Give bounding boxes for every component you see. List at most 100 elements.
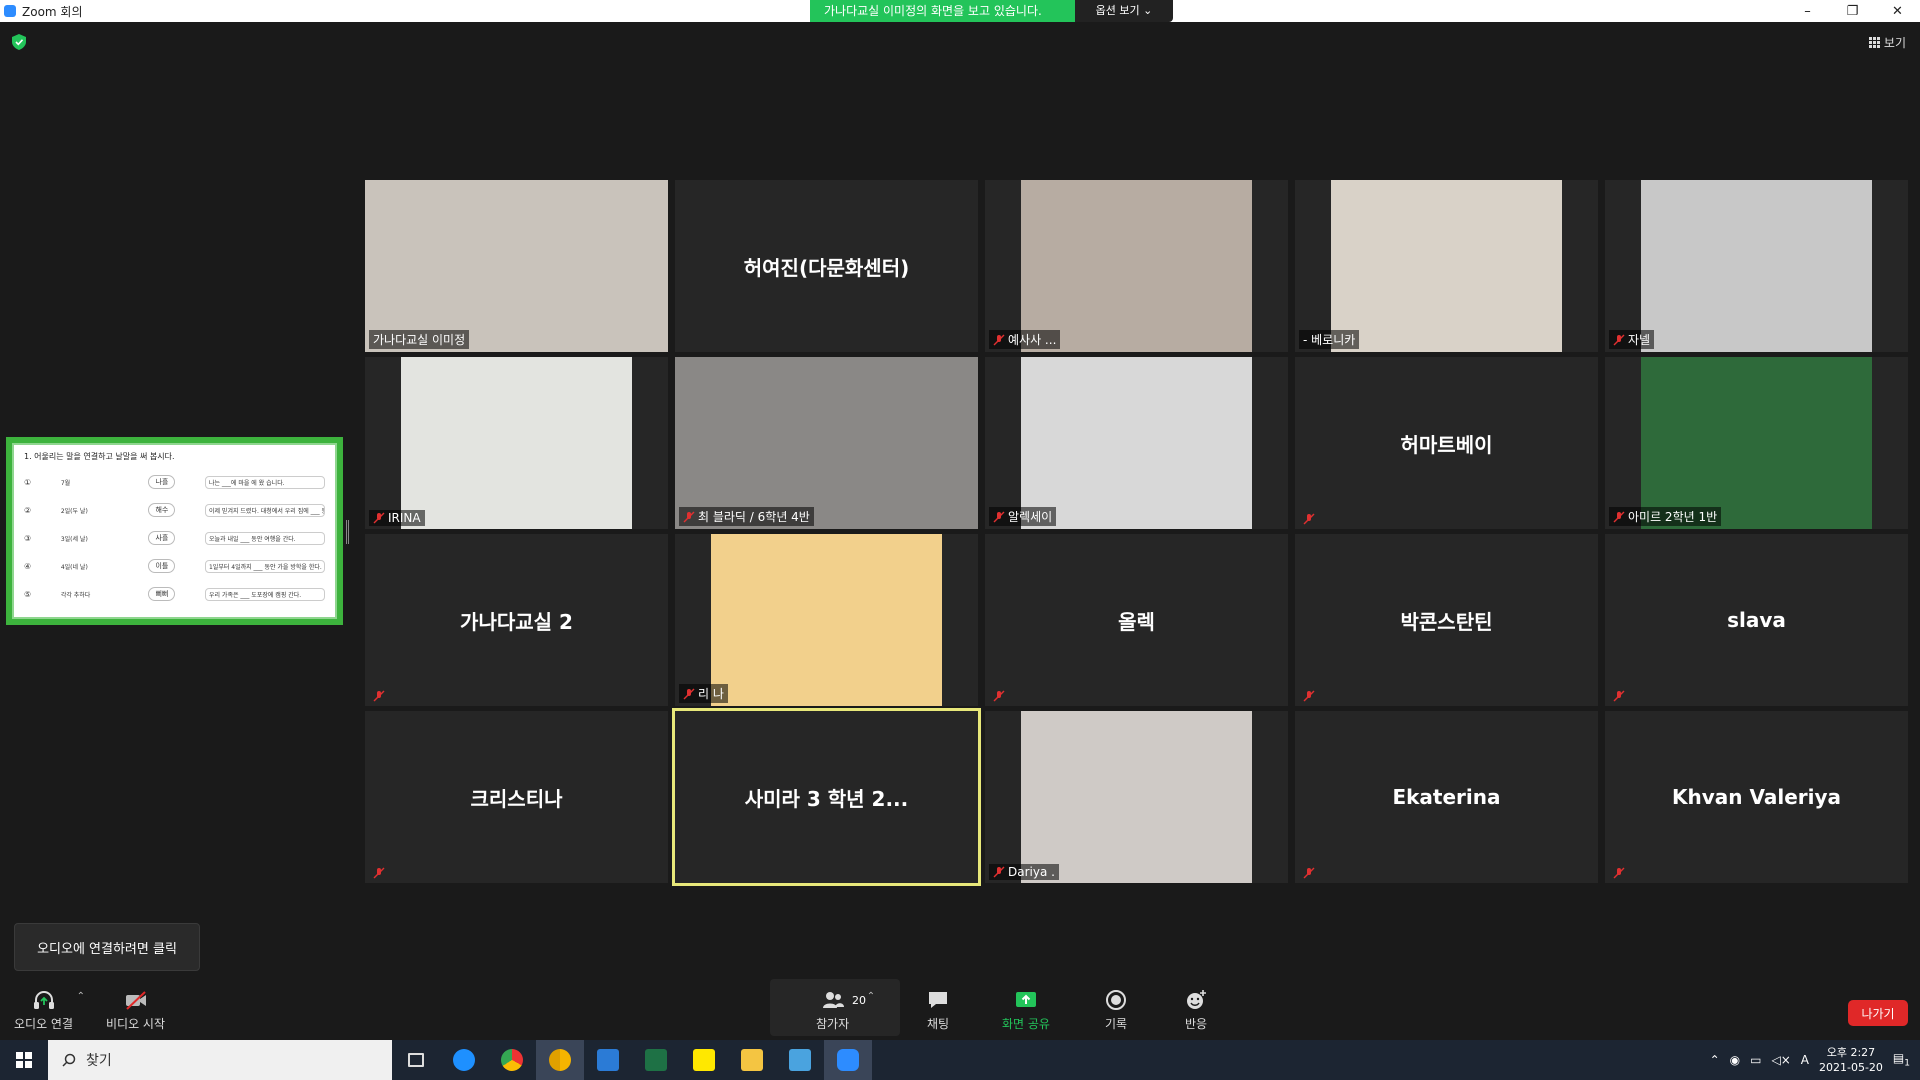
participant-video [1641,180,1872,352]
worksheet-question: 1. 어울리는 말을 연결하고 날말을 써 봅시다. [24,452,175,461]
participant-video [401,357,632,529]
chrome-canary-icon[interactable] [536,1040,584,1080]
taskbar-search-box[interactable]: 찾기 [48,1040,392,1080]
worksheet-middle-item: 이틀 [148,559,176,573]
worksheet-row: ③ 3일(세 날) 사흘 오늘과 내일 ___ 동안 여행을 간다. [24,524,325,552]
security-shield-icon[interactable] [12,34,26,50]
taskbar-clock[interactable]: 오후 2:27 2021-05-20 [1819,1045,1883,1075]
chrome-icon[interactable] [488,1040,536,1080]
participant-tile[interactable]: IRINA [365,357,668,529]
mic-muted-icon [683,511,695,522]
participant-tile[interactable]: 자넬 [1605,180,1908,352]
mic-muted-icon [1613,690,1625,702]
ime-indicator[interactable]: A [1801,1053,1809,1067]
system-tray: ⌃ ◉ ▭ ◁× A 오후 2:27 2021-05-20 ▤1 [1710,1040,1920,1080]
participant-tile[interactable]: 크리스티나 [365,711,668,883]
participant-tile[interactable]: Khvan Valeriya [1605,711,1908,883]
task-view-icon[interactable] [392,1040,440,1080]
participant-label: 자넬 [1609,330,1655,349]
close-button[interactable]: ✕ [1875,0,1920,22]
participant-tile[interactable]: 가나다교실 2 [365,534,668,706]
participant-tile[interactable]: 올렉 [985,534,1288,706]
worksheet-middle-item: 해수 [148,503,176,517]
participant-tile[interactable]: 아미르 2학년 1반 [1605,357,1908,529]
headphones-icon [33,991,54,1009]
chat-button[interactable]: 채팅 [926,989,950,1032]
kakaotalk-icon[interactable] [680,1040,728,1080]
excel-icon[interactable] [632,1040,680,1080]
screen-share-banner: 가나다교실 이미정의 화면을 보고 있습니다. 옵션 보기 ⌄ [810,0,1173,22]
participant-tile[interactable]: 허마트베이 [1295,357,1598,529]
participant-tile[interactable]: 가나다교실 이미정 [365,180,668,352]
participant-name: 자넬 [1628,333,1651,347]
participant-name: 허여진(다문화센터) [743,255,910,280]
mic-muted-icon [993,866,1005,878]
worksheet-left-item: 4일(네 날) [60,563,88,571]
participant-tile[interactable]: 허여진(다문화센터) [675,180,978,352]
file-explorer-icon[interactable] [728,1040,776,1080]
chat-label: 채팅 [926,1017,950,1031]
tray-chevron-icon[interactable]: ⌃ [1710,1053,1720,1067]
participant-name: IRINA [388,511,421,525]
worksheet-sentence: 오늘과 내일 ___ 동안 여행을 간다. [204,531,325,545]
mic-muted-icon [993,511,1005,522]
participants-button[interactable]: 참가자 ⌃ [816,989,875,1032]
restore-button[interactable]: ❐ [1830,0,1875,22]
participant-tile[interactable]: Dariya . [985,711,1288,883]
notification-count: 1 [1904,1058,1910,1069]
record-button[interactable]: 기록 [1104,989,1128,1032]
participant-tile[interactable]: 리 나 [675,534,978,706]
join-audio-button[interactable]: 오디오 연결 ⌃ [14,989,85,1032]
mic-muted-icon [1303,513,1315,525]
participant-tile[interactable]: 예사사 ... [985,180,1288,352]
volume-icon[interactable]: ◁× [1771,1053,1790,1067]
mic-muted-icon [1303,690,1315,702]
reactions-button[interactable]: 반응 [1184,989,1208,1032]
shared-screen-thumbnail[interactable]: 1. 어울리는 말을 연결하고 날말을 써 봅시다. ① 7월 나흘 나는 ___에 … [6,437,343,625]
participant-video [1021,180,1252,352]
camera-icon[interactable]: ◉ [1730,1053,1740,1067]
participant-tile[interactable]: 박콘스탄틴 [1295,534,1598,706]
participant-tile[interactable]: 알렉세이 [985,357,1288,529]
participant-name: 아미르 2학년 1반 [1628,510,1718,524]
participant-name: Ekaterina [1392,785,1501,809]
worksheet: 1. 어울리는 말을 연결하고 날말을 써 봅시다. ① 7월 나흘 나는 ___에 … [12,443,337,619]
word-app-icon[interactable] [584,1040,632,1080]
participants-options-caret[interactable]: ⌃ [867,991,875,1002]
audio-options-caret[interactable]: ⌃ [77,991,85,1002]
participant-tile[interactable]: Ekaterina [1295,711,1598,883]
participant-tile[interactable]: slava [1605,534,1908,706]
view-options-button[interactable]: 옵션 보기 ⌄ [1075,0,1173,22]
start-button[interactable] [0,1040,48,1080]
participant-name: Dariya . [1008,865,1055,879]
participant-label: - 베로니카 [1299,330,1360,349]
participant-name: 알렉세이 [1008,510,1053,524]
worksheet-row-number: ③ [24,533,32,543]
leave-meeting-button[interactable]: 나가기 [1848,1000,1908,1026]
internet-explorer-icon[interactable] [440,1040,488,1080]
zoom-taskbar-icon[interactable] [824,1040,872,1080]
clock-time: 오후 2:27 [1826,1046,1876,1059]
participant-label [1299,512,1319,526]
network-icon[interactable]: ▭ [1750,1053,1761,1067]
notification-center-icon[interactable]: ▤1 [1893,1051,1910,1068]
participant-tile[interactable]: 최 블라딕 / 6학년 4반 [675,357,978,529]
participant-label: 가나다교실 이미정 [369,330,470,349]
view-button[interactable]: 보기 [1868,34,1906,51]
participant-tile[interactable]: 사미라 3 학년 2... [672,708,981,886]
participant-video [1331,180,1562,352]
participant-tile[interactable]: - 베로니카 [1295,180,1598,352]
participant-name: - 베로니카 [1303,333,1356,347]
join-audio-label: 오디오 연결 [14,1017,74,1031]
worksheet-left-item: 3일(세 날) [60,535,88,543]
start-video-button[interactable]: 비디오 시작 [106,989,165,1032]
video-off-icon [125,991,146,1010]
share-screen-button[interactable]: 화면 공유 [1002,989,1050,1032]
panel-resize-handle[interactable] [346,520,349,544]
participant-name: 박콘스탄틴 [1400,609,1493,634]
minimize-button[interactable]: – [1785,0,1830,22]
worksheet-left-item: 각각 추하다 [60,591,91,599]
mic-muted-icon [683,688,695,699]
participant-label [369,866,389,880]
snipping-tool-icon[interactable] [776,1040,824,1080]
